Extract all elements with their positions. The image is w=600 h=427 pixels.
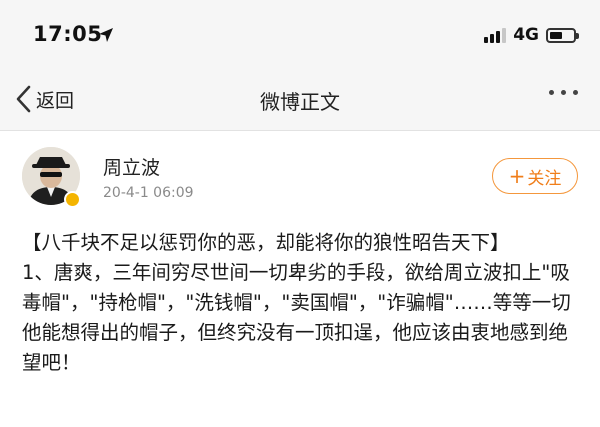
post-body-line: 1、唐爽，三年间穷尽世间一切卑劣的手段，欲给周立波扣上"吸毒帽"，"持枪帽"，"… bbox=[22, 261, 571, 374]
status-bar: 17:05 4G bbox=[0, 0, 600, 70]
post-title-line: 【八千块不足以惩罚你的恶，却能将你的狼性昭告天下】 bbox=[22, 231, 510, 254]
page-title: 微博正文 bbox=[260, 90, 340, 114]
dot-icon bbox=[549, 90, 554, 95]
plus-icon: + bbox=[508, 164, 526, 188]
network-type: 4G bbox=[513, 25, 539, 45]
status-indicators: 4G bbox=[484, 24, 579, 46]
author-name[interactable]: 周立波 bbox=[103, 153, 160, 180]
more-options-button[interactable] bbox=[549, 90, 578, 95]
post-content: 【八千块不足以惩罚你的恶，却能将你的狼性昭告天下】 1、唐爽，三年间穷尽世间一切… bbox=[22, 228, 582, 378]
dot-icon bbox=[561, 90, 566, 95]
location-arrow-icon bbox=[99, 28, 113, 42]
follow-label: 关注 bbox=[527, 168, 562, 189]
nav-bar: 返回 微博正文 bbox=[0, 70, 600, 131]
status-time: 17:05 bbox=[33, 22, 103, 46]
follow-button[interactable]: + 关注 bbox=[492, 158, 578, 194]
battery-icon bbox=[546, 27, 579, 43]
post-author-header: 周立波 20-4-1 06:09 + 关注 bbox=[0, 131, 600, 226]
dot-icon bbox=[573, 90, 578, 95]
signal-strength-icon bbox=[484, 27, 507, 43]
verified-badge-icon bbox=[64, 191, 81, 208]
post-timestamp: 20-4-1 06:09 bbox=[103, 185, 194, 201]
